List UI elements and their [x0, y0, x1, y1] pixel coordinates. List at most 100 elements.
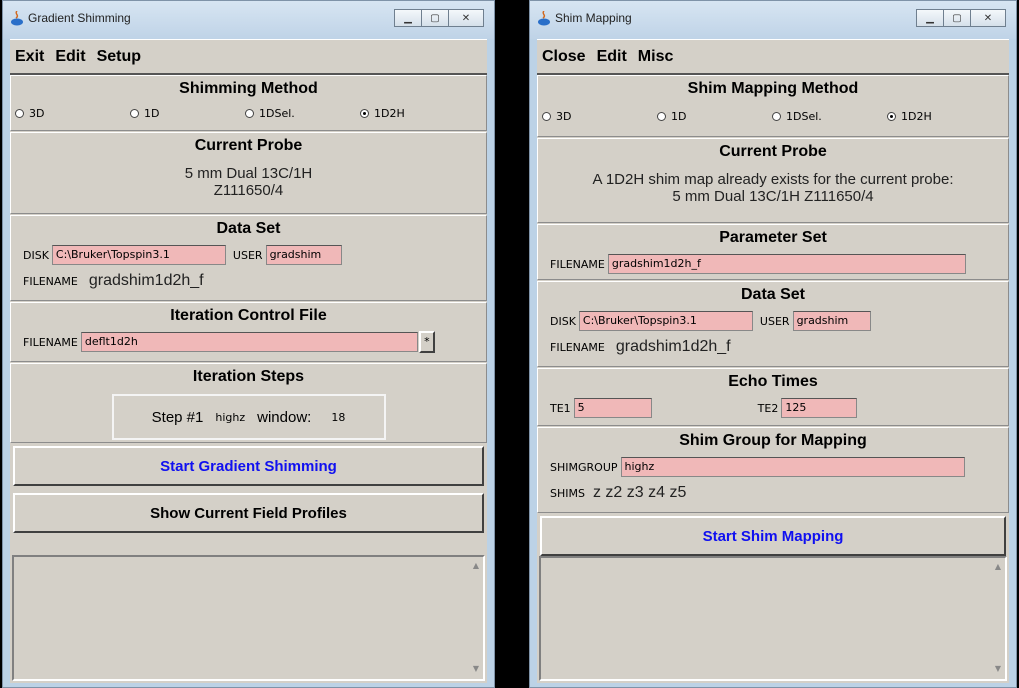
section-title: Parameter Set [719, 229, 827, 246]
minimize-icon: ▁ [404, 12, 412, 24]
minimize-button[interactable]: ▁ [916, 9, 944, 27]
maximize-button[interactable]: ▢ [943, 9, 971, 27]
radio-1dsel[interactable]: 1DSel. [772, 110, 887, 123]
radio-icon [542, 111, 551, 121]
scroll-up-icon[interactable]: ▲ [473, 561, 479, 570]
output-text-area[interactable]: ▲ ▼ [12, 555, 485, 681]
menu-setup[interactable]: Setup [97, 48, 141, 66]
title-bar[interactable]: Shim Mapping ▁ ▢ ✕ [530, 1, 1016, 39]
radio-3d[interactable]: 3D [15, 107, 130, 120]
scroll-up-icon[interactable]: ▲ [995, 562, 1001, 571]
disk-input[interactable]: C:\Bruker\Topspin3.1 [578, 311, 753, 331]
shim-mapping-window: Shim Mapping ▁ ▢ ✕ Close Edit Misc Shim … [529, 0, 1017, 688]
disk-label: DISK [23, 248, 49, 262]
output-text-area[interactable]: ▲ ▼ [539, 556, 1007, 681]
window-title: Gradient Shimming [28, 11, 131, 25]
user-label: USER [759, 314, 790, 328]
menu-edit[interactable]: Edit [55, 48, 85, 66]
scroll-down-icon[interactable]: ▼ [995, 664, 1001, 673]
section-title: Shimming Method [179, 80, 318, 97]
radio-1d2h[interactable]: 1D2H [360, 107, 475, 120]
close-icon: ✕ [461, 12, 471, 24]
maximize-icon: ▢ [952, 12, 962, 24]
data-set-section: Data Set DISK C:\Bruker\Topspin3.1 USER … [537, 281, 1009, 367]
probe-id: Z111650/4 [213, 182, 284, 199]
iteration-control-section: Iteration Control File FILENAME deflt1d2… [10, 302, 487, 362]
maximize-button[interactable]: ▢ [421, 9, 449, 27]
filename-label: FILENAME [23, 335, 78, 349]
filename-label: FILENAME [550, 340, 605, 354]
section-title: Data Set [740, 286, 806, 303]
maximize-icon: ▢ [430, 12, 440, 24]
shimgroup-input[interactable]: highz [620, 457, 965, 477]
parameter-set-section: Parameter Set FILENAME gradshim1d2h_f [537, 224, 1009, 280]
menu-edit[interactable]: Edit [597, 48, 627, 66]
window-title: Shim Mapping [555, 11, 632, 25]
step-group: highz [215, 410, 246, 424]
radio-1d[interactable]: 1D [657, 110, 772, 123]
filename-value: gradshim1d2h_f [615, 338, 731, 355]
shims-label: SHIMS [550, 486, 585, 500]
step-label: Step #1 [151, 408, 204, 426]
section-title: Iteration Steps [192, 368, 305, 385]
window-value: 18 [331, 410, 346, 424]
browse-button[interactable]: * [418, 331, 435, 353]
section-title: Current Probe [719, 143, 827, 160]
te2-label: TE2 [757, 401, 779, 415]
steps-box: Step #1 highz window: 18 [111, 394, 386, 440]
te1-label: TE1 [550, 401, 571, 415]
close-button[interactable]: ✕ [970, 9, 1006, 27]
java-cup-icon [11, 11, 23, 26]
radio-selected-icon [360, 108, 369, 118]
menu-bar: Exit Edit Setup [10, 39, 487, 75]
section-title: Echo Times [728, 373, 818, 390]
parameter-set-input[interactable]: gradshim1d2h_f [607, 254, 966, 274]
radio-1dsel[interactable]: 1DSel. [245, 107, 360, 120]
menu-bar: Close Edit Misc [537, 39, 1009, 75]
radio-3d[interactable]: 3D [542, 110, 657, 123]
shims-value: z z2 z3 z4 z5 [592, 484, 687, 501]
close-icon: ✕ [983, 12, 993, 24]
filename-value: gradshim1d2h_f [88, 272, 204, 289]
section-title: Iteration Control File [170, 307, 327, 324]
radio-1d2h[interactable]: 1D2H [887, 110, 1002, 123]
shim-group-section: Shim Group for Mapping SHIMGROUP highz S… [537, 427, 1009, 513]
shimgroup-label: SHIMGROUP [550, 460, 618, 474]
start-shim-mapping-button[interactable]: Start Shim Mapping [540, 516, 1006, 556]
user-input[interactable]: gradshim [265, 245, 342, 265]
current-probe-section: Current Probe A 1D2H shim map already ex… [537, 138, 1009, 223]
menu-exit[interactable]: Exit [15, 48, 44, 66]
close-button[interactable]: ✕ [448, 9, 484, 27]
minimize-button[interactable]: ▁ [394, 9, 422, 27]
disk-input[interactable]: C:\Bruker\Topspin3.1 [51, 245, 226, 265]
shim-mapping-method-section: Shim Mapping Method 3D 1D 1DSel. 1D2H [537, 75, 1009, 137]
menu-misc[interactable]: Misc [638, 48, 674, 66]
gradient-shimming-window: Gradient Shimming ▁ ▢ ✕ Exit Edit Setup … [2, 0, 495, 688]
section-title: Current Probe [194, 137, 303, 154]
user-label: USER [232, 248, 263, 262]
radio-icon [15, 108, 24, 118]
radio-icon [130, 108, 139, 118]
filename-label: FILENAME [23, 274, 78, 288]
scroll-down-icon[interactable]: ▼ [473, 664, 479, 673]
menu-close[interactable]: Close [542, 48, 586, 66]
control-file-input[interactable]: deflt1d2h [80, 332, 418, 352]
filename-label: FILENAME [550, 257, 605, 271]
probe-name: 5 mm Dual 13C/1H [184, 165, 313, 182]
probe-id: 5 mm Dual 13C/1H Z111650/4 [672, 188, 874, 205]
start-gradient-shimming-button[interactable]: Start Gradient Shimming [13, 446, 484, 486]
section-title: Data Set [216, 220, 281, 237]
title-bar[interactable]: Gradient Shimming ▁ ▢ ✕ [3, 1, 494, 39]
te2-input[interactable]: 125 [781, 398, 858, 418]
section-title: Shim Group for Mapping [679, 432, 867, 449]
echo-times-section: Echo Times TE1 5 TE2 125 [537, 368, 1009, 426]
radio-icon [772, 111, 781, 121]
te1-input[interactable]: 5 [573, 398, 652, 418]
user-input[interactable]: gradshim [792, 311, 871, 331]
radio-icon [245, 108, 254, 118]
current-probe-section: Current Probe 5 mm Dual 13C/1H Z111650/4 [10, 132, 487, 214]
data-set-section: Data Set DISK C:\Bruker\Topspin3.1 USER … [10, 215, 487, 301]
show-field-profiles-button[interactable]: Show Current Field Profiles [13, 493, 484, 533]
radio-1d[interactable]: 1D [130, 107, 245, 120]
probe-message: A 1D2H shim map already exists for the c… [592, 171, 954, 188]
